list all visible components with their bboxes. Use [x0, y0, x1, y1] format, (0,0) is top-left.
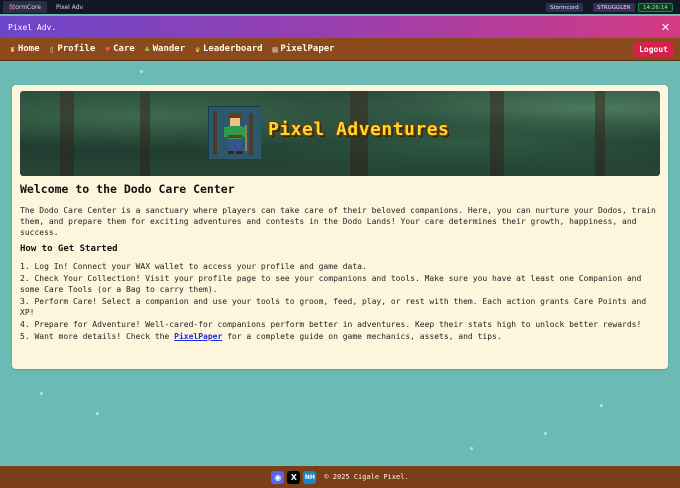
nav-item-profile[interactable]: ▯ Profile [50, 44, 96, 54]
trophy-icon: ♛ [195, 44, 200, 54]
nav-item-pixelpaper[interactable]: ▤ PixelPaper [273, 44, 335, 54]
section-heading: How to Get Started [20, 244, 118, 254]
tab-favicon-icon [9, 4, 14, 10]
browser-tab-strip: StormCore Pixel Adv Stormcord STRUGGLER … [0, 0, 680, 14]
banner-tree [60, 91, 74, 176]
nav-item-wander[interactable]: ♣ Wander [145, 44, 185, 54]
snow-particle [470, 447, 473, 450]
list-item: 1. Log In! Connect your WAX wallet to ac… [20, 262, 367, 271]
intro-paragraph: The Dodo Care Center is a sanctuary wher… [20, 206, 656, 237]
banner-tree [140, 91, 150, 176]
x-icon[interactable]: X [287, 470, 301, 484]
snow-particle [544, 432, 547, 435]
main-content: Welcome to the Dodo Care Center The Dodo… [20, 182, 660, 343]
page-title: Welcome to the Dodo Care Center [20, 182, 235, 196]
window-title: Pixel Adv. [8, 22, 57, 32]
snow-particle [600, 404, 603, 407]
nav-label: Profile [57, 44, 96, 54]
list-item: 5. Want more details! Check the PixelPap… [20, 331, 660, 342]
step-text: 5. Want more details! Check the [20, 332, 175, 341]
paper-icon: ▤ [272, 44, 278, 54]
nft-icon[interactable]: NH [303, 470, 317, 484]
profile-icon: ▯ [49, 44, 55, 54]
steps-list: 1. Log In! Connect your WAX wallet to ac… [20, 261, 660, 342]
snow-particle [40, 392, 43, 395]
stormcord-chip[interactable]: Stormcord [546, 3, 583, 12]
nav-label: Care [113, 44, 135, 54]
browser-tab-pixel-adv[interactable]: Pixel Adv [50, 1, 89, 13]
banner-title: Pixel Adventures [268, 119, 450, 140]
adventurer-avatar [208, 106, 261, 159]
snow-particle [96, 412, 99, 415]
copyright-text: © 2025 Cigale Pixel. [324, 473, 409, 481]
main-nav: ♜ Home ▯ Profile ♥ Care ♣ Wander ♛ Leade… [0, 38, 680, 61]
step-text: for a complete guide on game mechanics, … [222, 332, 502, 341]
pixelpaper-link[interactable]: PixelPaper [174, 332, 222, 341]
browser-tab-stormcore[interactable]: StormCore [3, 1, 47, 13]
nav-item-care[interactable]: ♥ Care [105, 44, 135, 54]
window-title-bar: Pixel Adv. ✕ [0, 16, 680, 38]
hero-banner: Pixel Adventures [20, 91, 660, 176]
nav-item-leaderboard[interactable]: ♛ Leaderboard [195, 44, 262, 54]
tree-icon: ♣ [144, 44, 150, 54]
logout-button[interactable]: Logout [633, 42, 674, 57]
adventurer-sprite [209, 107, 261, 159]
heart-icon: ♥ [105, 44, 111, 54]
clock-chip: 14:26:14 [638, 3, 673, 12]
nav-item-home[interactable]: ♜ Home [10, 44, 40, 54]
list-item: 2. Check Your Collection! Visit your pro… [20, 274, 642, 294]
nav-label: Home [17, 44, 40, 54]
footer: ◉ X NH © 2025 Cigale Pixel. [0, 466, 680, 488]
banner-tree [595, 91, 605, 176]
nav-label: PixelPaper [280, 44, 335, 54]
snow-particle [140, 70, 143, 73]
struggler-chip[interactable]: STRUGGLER [593, 3, 635, 12]
nav-label: Wander [152, 44, 186, 54]
care-center-card: Pixel Adventures Welcome to the Dodo Car… [12, 85, 668, 369]
list-item: 4. Prepare for Adventure! Well-cared-for… [20, 320, 642, 329]
list-item: 3. Perform Care! Select a companion and … [20, 297, 647, 317]
nav-label: Leaderboard [202, 44, 263, 54]
tab-label: Pixel Adv [55, 3, 84, 11]
close-button[interactable]: ✕ [659, 21, 672, 34]
home-icon: ♜ [10, 44, 15, 54]
discord-icon[interactable]: ◉ [271, 470, 285, 484]
banner-tree [490, 91, 504, 176]
